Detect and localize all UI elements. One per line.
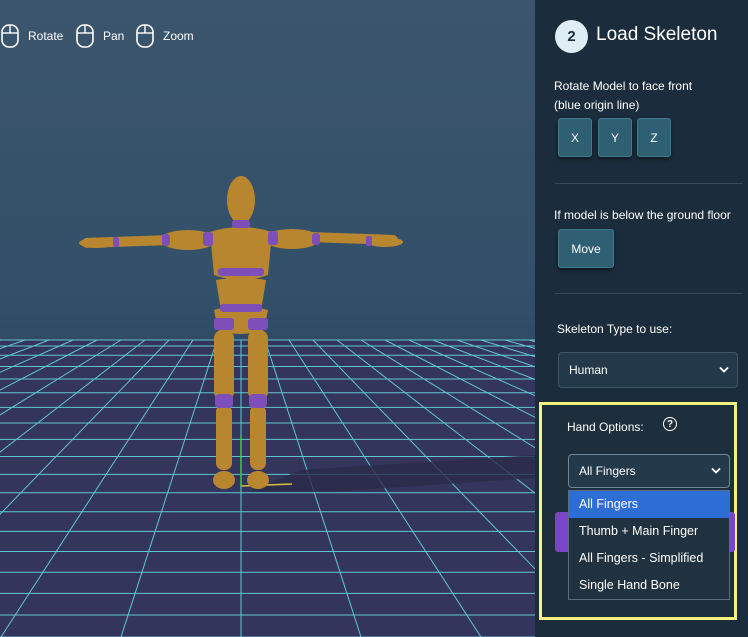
scene-canvas[interactable] [0, 0, 535, 637]
move-button[interactable]: Move [558, 229, 614, 268]
3d-viewport[interactable]: Rotate Pan Zoom [0, 0, 535, 637]
rotate-y-button[interactable]: Y [598, 118, 632, 157]
rotate-hint: Rotate [0, 24, 63, 48]
hand-option-all-fingers[interactable]: All Fingers [569, 491, 729, 518]
mouse-icon [136, 24, 154, 48]
zoom-label: Zoom [163, 29, 194, 43]
step-number-badge: 2 [555, 20, 588, 53]
pan-label: Pan [103, 29, 125, 43]
help-icon[interactable]: ? [663, 417, 677, 431]
pan-hint: Pan [75, 24, 124, 48]
skeleton-type-select[interactable]: Human [558, 352, 738, 388]
hand-option-thumb-main-finger[interactable]: Thumb + Main Finger [569, 518, 729, 545]
chevron-down-icon [711, 467, 721, 474]
rotate-instructions-line2: (blue origin line) [554, 98, 640, 112]
section-divider [555, 183, 743, 184]
rotate-label: Rotate [28, 29, 64, 43]
skeleton-type-label: Skeleton Type to use: [557, 322, 673, 336]
hand-options-value: All Fingers [579, 464, 636, 478]
section-divider [555, 293, 743, 294]
step-title: Load Skeleton [596, 24, 718, 45]
rotate-x-button[interactable]: X [558, 118, 592, 157]
zoom-hint: Zoom [135, 24, 194, 48]
skeleton-type-value: Human [569, 363, 608, 377]
hand-options-label: Hand Options: [567, 420, 644, 434]
hand-option-all-fingers-simplified[interactable]: All Fingers - Simplified [569, 545, 729, 572]
hand-option-single-hand-bone[interactable]: Single Hand Bone [569, 572, 729, 599]
mouse-icon [76, 24, 94, 48]
chevron-down-icon [719, 366, 729, 373]
hand-options-dropdown: All Fingers Thumb + Main Finger All Fing… [568, 490, 730, 600]
mouse-icon [1, 24, 19, 48]
ground-instructions: If model is below the ground floor [554, 208, 731, 222]
rotate-instructions-line1: Rotate Model to face front [554, 79, 693, 93]
hand-options-select[interactable]: All Fingers [568, 454, 730, 488]
rotate-z-button[interactable]: Z [637, 118, 671, 157]
